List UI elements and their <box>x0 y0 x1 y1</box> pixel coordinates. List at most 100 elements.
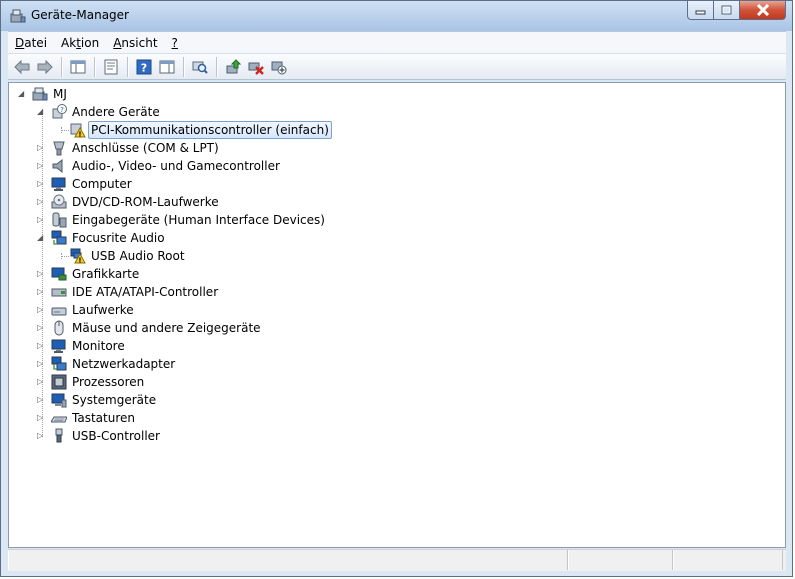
expand-arrow-icon[interactable]: ▷ <box>37 414 45 422</box>
scan-hardware-button[interactable] <box>189 56 211 78</box>
expand-arrow-icon[interactable]: ▷ <box>37 288 45 296</box>
processor-icon <box>51 374 67 390</box>
tree-label: USB-Controller <box>72 429 160 443</box>
properties-icon <box>104 59 118 74</box>
expand-arrow-icon[interactable]: ▷ <box>37 342 45 350</box>
disk-drive-icon <box>51 307 67 316</box>
status-bar <box>8 549 786 571</box>
title-bar[interactable]: Geräte-Manager <box>1 1 792 31</box>
minimize-button[interactable] <box>687 1 714 20</box>
unknown-device-icon: ? <box>52 104 67 119</box>
tree-connector <box>61 130 69 131</box>
toolbar-separator <box>216 56 218 77</box>
tree-label: Laufwerke <box>72 303 134 317</box>
tree-label: Monitore <box>72 339 125 353</box>
close-button[interactable] <box>740 1 786 20</box>
minimize-icon <box>695 10 706 14</box>
tree-label-selected: PCI-Kommunikationscontroller (einfach) <box>88 121 332 139</box>
device-tree[interactable]: ◢ MJ ◢ ? Andere Geräte ! PCI-Kommunikati… <box>8 82 786 548</box>
tree-label: Grafikkarte <box>72 267 140 281</box>
device-manager-icon <box>10 9 26 23</box>
update-driver-icon <box>226 58 241 73</box>
toolbar: ? <box>8 53 786 80</box>
tree-label: Andere Geräte <box>72 105 160 119</box>
help-button[interactable]: ? <box>133 56 155 78</box>
toolbar-separator <box>94 56 96 77</box>
dvd-drive-icon <box>51 194 67 209</box>
scan-hardware-icon <box>192 61 208 74</box>
speaker-icon <box>52 158 63 174</box>
computer-root-icon <box>32 87 48 101</box>
tree-label: Audio-, Video- und Gamecontroller <box>72 159 280 173</box>
disable-button[interactable] <box>268 56 290 78</box>
tree-connector <box>61 256 69 257</box>
forward-button[interactable] <box>34 56 56 78</box>
tree-label: Systemgeräte <box>72 393 157 407</box>
status-cell <box>673 550 783 570</box>
maximize-button[interactable] <box>714 1 740 20</box>
monitor-icon <box>51 339 66 353</box>
display-adapter-icon <box>51 267 67 281</box>
menu-ansicht[interactable]: Ansicht <box>106 36 164 50</box>
device-manager-window: Geräte-Manager Datei Aktion Ansicht ? ? … <box>0 0 793 577</box>
network-adapter-icon <box>51 356 67 371</box>
tree-label: IDE ATA/ATAPI-Controller <box>72 285 219 299</box>
expand-arrow-icon[interactable]: ▷ <box>37 324 45 332</box>
usb-icon <box>55 428 63 443</box>
expand-arrow-icon[interactable]: ▷ <box>37 396 45 404</box>
tree-label: Mäuse und andere Zeigegeräte <box>72 321 261 335</box>
port-icon <box>53 141 65 156</box>
uninstall-icon <box>248 62 264 75</box>
svg-text:?: ? <box>141 61 147 74</box>
warning-network-device-icon: ! <box>70 248 86 264</box>
show-hide-action-pane-button[interactable] <box>156 56 178 78</box>
expand-arrow-icon[interactable]: ▷ <box>37 306 45 314</box>
tree-label: Focusrite Audio <box>72 231 165 245</box>
tree-label: Tastaturen <box>72 411 135 425</box>
tree-label: Eingabegeräte (Human Interface Devices) <box>72 213 325 227</box>
menu-datei[interactable]: Datei <box>8 36 54 50</box>
back-button[interactable] <box>11 56 33 78</box>
menu-aktion[interactable]: Aktion <box>54 36 106 50</box>
show-hide-console-tree-button[interactable] <box>67 56 89 78</box>
tree-label: Anschlüsse (COM & LPT) <box>72 141 219 155</box>
expand-arrow-icon[interactable]: ▷ <box>37 360 45 368</box>
show-hide-action-pane-icon <box>159 60 175 73</box>
expand-arrow-icon[interactable]: ▷ <box>37 432 45 440</box>
svg-text:!: ! <box>78 131 81 139</box>
expand-arrow-icon[interactable]: ▷ <box>37 144 45 152</box>
collapse-arrow-icon[interactable]: ◢ <box>18 90 26 98</box>
menu-help[interactable]: ? <box>165 36 185 50</box>
window-title: Geräte-Manager <box>31 8 129 22</box>
show-hide-console-tree-icon <box>70 60 86 73</box>
system-device-icon <box>51 393 67 408</box>
properties-button[interactable] <box>100 56 122 78</box>
menu-bar: Datei Aktion Ansicht ? <box>8 31 786 53</box>
ide-controller-icon <box>51 288 67 297</box>
tree-label: MJ <box>53 87 67 101</box>
update-driver-button[interactable] <box>222 56 244 78</box>
tree-label: Netzwerkadapter <box>72 357 176 371</box>
keyboard-icon <box>51 416 67 423</box>
toolbar-separator <box>127 56 129 77</box>
help-icon: ? <box>136 59 152 74</box>
network-audio-icon <box>51 230 67 245</box>
collapse-arrow-icon[interactable]: ◢ <box>37 108 45 116</box>
expand-arrow-icon[interactable]: ▷ <box>37 216 45 224</box>
hid-icon <box>52 212 67 228</box>
forward-icon <box>37 59 53 74</box>
disable-icon <box>271 61 287 74</box>
tree-label: DVD/CD-ROM-Laufwerke <box>72 195 219 209</box>
uninstall-button[interactable] <box>245 56 267 78</box>
svg-text:!: ! <box>78 257 81 265</box>
expand-arrow-icon[interactable]: ▷ <box>37 180 45 188</box>
expand-arrow-icon[interactable]: ▷ <box>37 162 45 170</box>
expand-arrow-icon[interactable]: ▷ <box>37 378 45 386</box>
tree-label: Computer <box>72 177 132 191</box>
monitor-icon <box>51 177 66 191</box>
expand-arrow-icon[interactable]: ▷ <box>37 270 45 278</box>
svg-text:?: ? <box>60 106 64 114</box>
collapse-arrow-icon[interactable]: ◢ <box>37 234 45 242</box>
expand-arrow-icon[interactable]: ▷ <box>37 198 45 206</box>
tree-label: Prozessoren <box>72 375 145 389</box>
